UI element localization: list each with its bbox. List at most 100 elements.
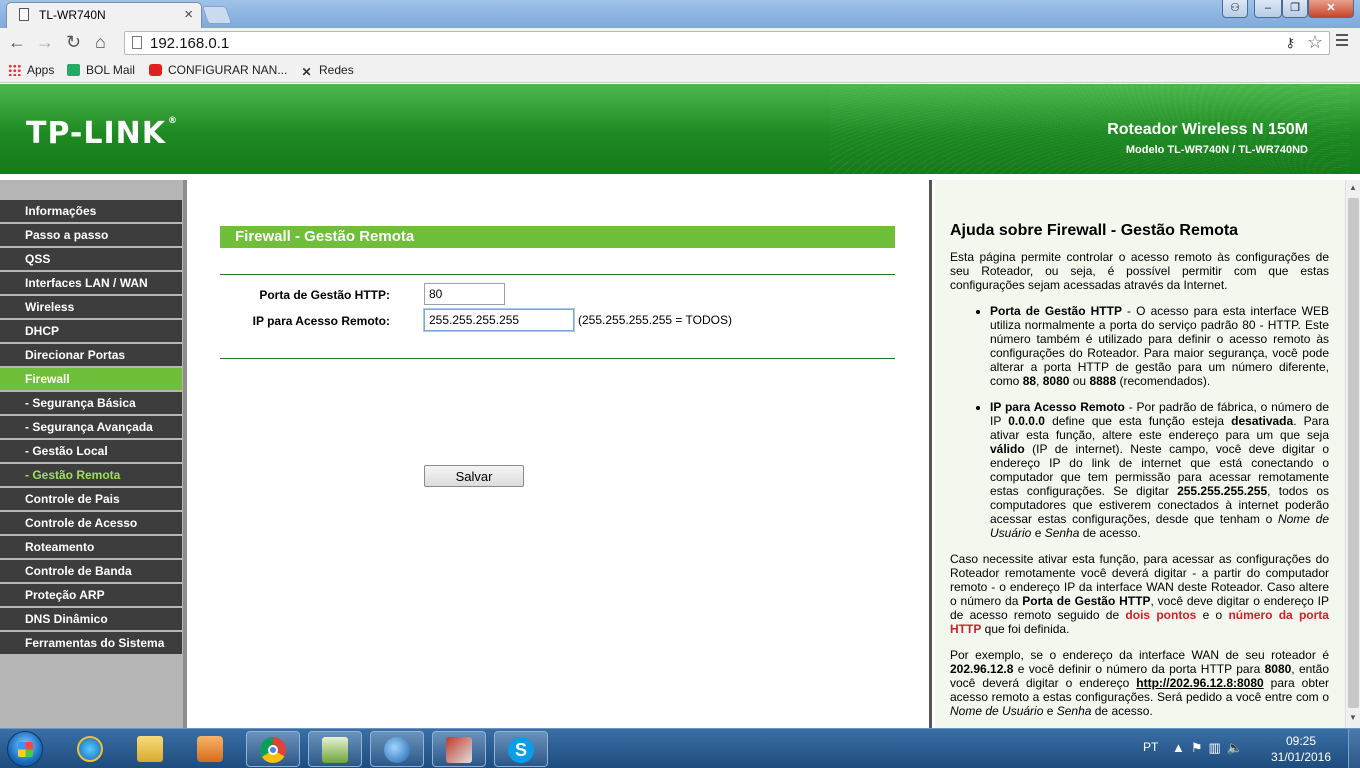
chrome-core [268, 745, 278, 755]
brand-text: TP-LINK [26, 116, 167, 151]
taskbar-app-wave[interactable] [370, 731, 424, 767]
help-value: 88 [1022, 374, 1037, 388]
help-italic: Senha [1056, 704, 1092, 718]
window-titlebar: TL-WR740N × ⚇ – ❐ ✕ [0, 0, 1360, 28]
help-scrollbar[interactable]: ▲ ▼ [1345, 180, 1360, 728]
home-icon[interactable]: ⌂ [95, 32, 106, 53]
help-text: e [1031, 526, 1045, 540]
tray-arrow-icon[interactable]: ▲ [1172, 740, 1191, 755]
help-value: 8080 [1264, 662, 1292, 676]
taskbar-clock[interactable]: 09:25 31/01/2016 [1265, 733, 1337, 765]
sidebar-item-controle-de-banda[interactable]: Controle de Banda [0, 560, 182, 582]
main-content: Firewall - Gestão Remota Porta de Gestão… [187, 180, 932, 728]
bookmark-label: BOL Mail [86, 63, 135, 77]
help-text: ou [1069, 374, 1090, 388]
tools-app-icon [446, 737, 472, 763]
skype-icon: S [508, 737, 534, 763]
tab-close-icon[interactable]: × [184, 6, 193, 23]
http-port-input[interactable] [424, 283, 505, 305]
bookmark-apps[interactable]: Apps [8, 63, 54, 77]
taskbar-internet-explorer[interactable] [64, 731, 118, 767]
show-desktop-button[interactable] [1348, 729, 1360, 768]
remote-ip-label: IP para Acesso Remoto: [252, 314, 390, 328]
bookmark-label: CONFIGURAR NAN... [168, 63, 288, 77]
key-icon[interactable]: ⚷ [1285, 35, 1295, 51]
taskbar-app-chart[interactable] [308, 731, 362, 767]
scroll-down-icon[interactable]: ▼ [1349, 713, 1357, 722]
sidebar-item-passo-a-passo[interactable]: Passo a passo [0, 224, 182, 246]
url-text[interactable]: 192.168.0.1 [150, 35, 229, 52]
remote-ip-input[interactable] [424, 309, 574, 331]
browser-menu-icon[interactable] [1336, 34, 1348, 49]
restore-button[interactable]: ❐ [1282, 0, 1308, 18]
help-text: que foi definida. [981, 622, 1070, 636]
language-indicator[interactable]: PT [1143, 740, 1158, 754]
tray-icons[interactable]: ▲⚑▥🔈 [1172, 740, 1249, 756]
address-bar[interactable]: 192.168.0.1 ⚷ ☆ [124, 31, 1330, 55]
page-icon [132, 36, 142, 49]
sidebar-item-ferramentas[interactable]: Ferramentas do Sistema [0, 632, 182, 654]
sidebar-item-controle-de-acesso[interactable]: Controle de Acesso [0, 512, 182, 534]
taskbar-file-explorer[interactable] [124, 731, 178, 767]
sidebar-item-gestao-local[interactable]: - Gestão Local [0, 440, 182, 462]
bookmark-redes[interactable]: ✕ Redes [300, 63, 353, 79]
chrome-icon [260, 737, 286, 763]
network-icon[interactable]: ▥ [1209, 740, 1227, 755]
help-example-link[interactable]: http://202.96.12.8:8080 [1136, 676, 1263, 690]
sidebar-item-seguranca-basica[interactable]: - Segurança Básica [0, 392, 182, 414]
help-item-remote-ip: IP para Acesso Remoto - Por padrão de fá… [990, 400, 1329, 540]
sidebar-item-protecao-arp[interactable]: Proteção ARP [0, 584, 182, 606]
help-panel: Ajuda sobre Firewall - Gestão Remota Est… [935, 180, 1345, 728]
start-button[interactable] [7, 731, 43, 767]
back-icon[interactable]: ← [8, 32, 26, 53]
divider-bottom [220, 358, 895, 359]
help-value: 202.96.12.8 [950, 662, 1014, 676]
bookmark-configurar[interactable]: CONFIGURAR NAN... [149, 63, 287, 77]
registered-mark: ® [168, 116, 179, 126]
tools-icon: ✕ [301, 65, 312, 79]
bookmark-bol-mail[interactable]: BOL Mail [67, 63, 135, 77]
forward-icon[interactable]: → [36, 32, 54, 53]
taskbar-chrome[interactable] [246, 731, 300, 767]
save-button[interactable]: Salvar [424, 465, 524, 487]
sidebar-item-seguranca-avancada[interactable]: - Segurança Avançada [0, 416, 182, 438]
tp-link-logo: TP-LINK ® [26, 116, 178, 151]
browser-tab[interactable]: TL-WR740N × [6, 2, 202, 28]
sidebar-item-qss[interactable]: QSS [0, 248, 182, 270]
sidebar-item-informacoes[interactable]: Informações [0, 200, 182, 222]
help-term: Porta de Gestão HTTP [990, 304, 1122, 318]
taskbar-skype[interactable]: S [494, 731, 548, 767]
windows-logo-icon [18, 742, 33, 757]
new-tab-button[interactable] [201, 6, 233, 24]
volume-icon[interactable]: 🔈 [1227, 740, 1249, 755]
help-text: e [1043, 704, 1057, 718]
sidebar-item-dhcp[interactable]: DHCP [0, 320, 182, 342]
sidebar-item-dns-dinamico[interactable]: DNS Dinâmico [0, 608, 182, 630]
help-text: de acesso. [1091, 704, 1153, 718]
minimize-button[interactable]: – [1254, 0, 1282, 18]
scroll-up-icon[interactable]: ▲ [1349, 183, 1357, 192]
sidebar-item-controle-de-pais[interactable]: Controle de Pais [0, 488, 182, 510]
sidebar-item-roteamento[interactable]: Roteamento [0, 536, 182, 558]
help-content: Ajuda sobre Firewall - Gestão Remota Est… [950, 223, 1329, 728]
help-paragraph-activate: Caso necessite ativar esta função, para … [950, 552, 1329, 636]
youtube-icon [149, 64, 162, 76]
sidebar-item-direcionar-portas[interactable]: Direcionar Portas [0, 344, 182, 366]
windows-taskbar: S PT ▲⚑▥🔈 09:25 31/01/2016 [0, 728, 1360, 768]
sidebar-item-firewall[interactable]: Firewall [0, 368, 182, 390]
action-center-flag-icon[interactable]: ⚑ [1191, 740, 1209, 755]
sidebar-item-gestao-remota[interactable]: - Gestão Remota [0, 464, 182, 486]
clock-time: 09:25 [1285, 734, 1317, 748]
help-value: desativada [1231, 414, 1294, 428]
user-profile-button[interactable]: ⚇ [1222, 0, 1248, 18]
taskbar-app-tools[interactable] [432, 731, 486, 767]
reload-icon[interactable]: ↻ [66, 32, 81, 53]
sidebar-item-wireless[interactable]: Wireless [0, 296, 182, 318]
scroll-thumb[interactable] [1348, 198, 1359, 708]
bookmark-star-icon[interactable]: ☆ [1307, 32, 1323, 53]
help-item-http-port: Porta de Gestão HTTP - O acesso para est… [990, 304, 1329, 388]
taskbar-media-player[interactable] [184, 731, 238, 767]
close-window-button[interactable]: ✕ [1308, 0, 1354, 18]
sidebar-item-interfaces[interactable]: Interfaces LAN / WAN [0, 272, 182, 294]
help-text: e você definir o número da porta HTTP pa… [1013, 662, 1265, 676]
